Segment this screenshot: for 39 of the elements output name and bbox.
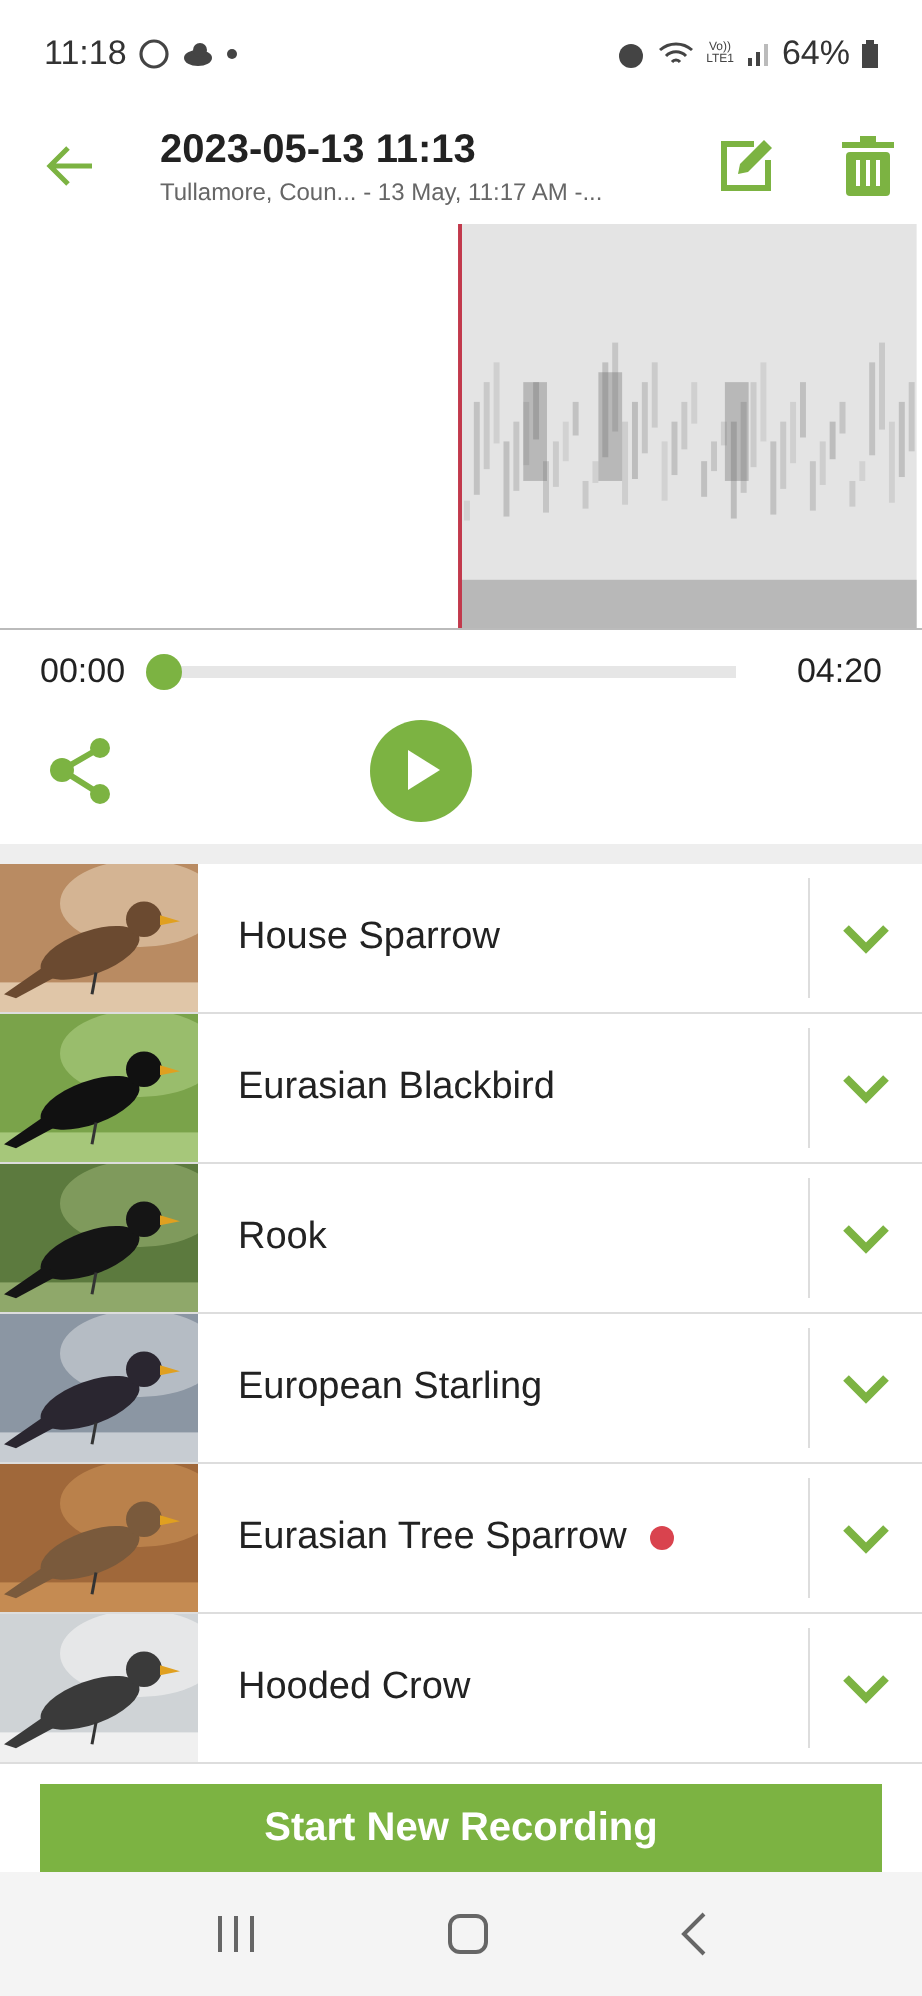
home-button[interactable] xyxy=(446,1912,491,1957)
recording-title: 2023-05-13 11:13 xyxy=(160,127,478,174)
dot-icon xyxy=(226,48,239,61)
arrow-left-icon xyxy=(44,144,96,189)
battery-icon xyxy=(862,40,878,69)
species-row[interactable]: Eurasian Blackbird xyxy=(0,1014,922,1165)
species-row[interactable]: House Sparrow xyxy=(0,864,922,1015)
delete-button[interactable] xyxy=(842,136,894,197)
status-time: 11:18 xyxy=(44,34,127,75)
back-nav-button[interactable] xyxy=(679,1912,708,1957)
species-name: Eurasian Tree Sparrow xyxy=(238,1516,627,1561)
recent-apps-button[interactable] xyxy=(214,1914,259,1955)
species-row[interactable]: Eurasian Tree Sparrow xyxy=(0,1464,922,1615)
chevron-down-icon xyxy=(842,922,890,955)
species-row[interactable]: Hooded Crow xyxy=(0,1614,922,1765)
wifi-icon xyxy=(658,40,695,69)
signal-icon xyxy=(745,42,770,67)
elapsed-time: 00:00 xyxy=(40,652,126,693)
chevron-down-icon xyxy=(842,1072,890,1105)
edit-button[interactable] xyxy=(718,138,774,195)
cloud-icon xyxy=(182,42,215,67)
chevron-down-icon xyxy=(842,1222,890,1255)
share-button[interactable] xyxy=(48,735,114,806)
battery-level: 64% xyxy=(781,34,850,75)
species-name: Hooded Crow xyxy=(238,1666,471,1711)
slider-thumb[interactable] xyxy=(145,654,182,691)
species-row[interactable]: European Starling xyxy=(0,1314,922,1465)
species-name: Eurasian Blackbird xyxy=(238,1066,555,1111)
species-name: House Sparrow xyxy=(238,916,500,961)
species-name: Rook xyxy=(238,1216,327,1261)
species-row[interactable]: Rook xyxy=(0,1164,922,1315)
chevron-down-icon xyxy=(842,1672,890,1705)
recording-subtitle: Tullamore, Coun... - 13 May, 11:17 AM -... xyxy=(160,177,605,206)
chevron-down-icon xyxy=(842,1522,890,1555)
play-button[interactable] xyxy=(370,719,472,822)
duration-time: 04:20 xyxy=(796,652,882,693)
back-button[interactable] xyxy=(44,144,96,189)
species-name: European Starling xyxy=(238,1366,543,1411)
chevron-down-icon xyxy=(842,1372,890,1405)
